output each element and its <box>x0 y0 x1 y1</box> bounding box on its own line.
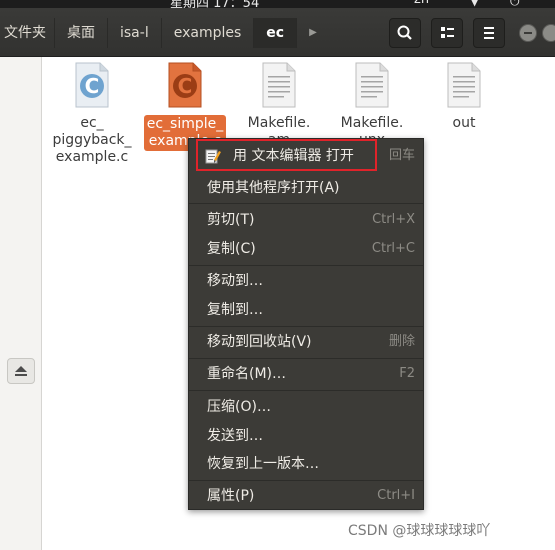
menu-item-label: 发送到… <box>207 428 263 444</box>
menu-item-move-to[interactable]: 移动到… <box>189 267 423 295</box>
menu-item-label: 移动到回收站(V) <box>207 334 312 350</box>
svg-text:C: C <box>85 74 100 98</box>
breadcrumb-forward-icon[interactable]: ▶ <box>297 18 321 48</box>
breadcrumb: 文件夹 桌面 isa-l examples ec ▶ <box>0 18 321 48</box>
menu-item-label: 复制到… <box>207 302 263 318</box>
menu-button[interactable] <box>473 18 505 48</box>
menu-item-open-with-other[interactable]: 使用其他程序打开(A) <box>189 174 423 202</box>
header-bar: 文件夹 桌面 isa-l examples ec ▶ <box>0 8 555 57</box>
breadcrumb-folder[interactable]: 文件夹 <box>0 18 55 48</box>
hamburger-icon <box>484 27 494 39</box>
menu-separator <box>189 390 423 391</box>
breadcrumb-desktop[interactable]: 桌面 <box>55 18 108 48</box>
system-top-bar: 星期四 17：54 zh ▼ ⏻ <box>0 0 555 8</box>
icon-view-icon <box>441 27 454 38</box>
text-file-icon <box>447 62 481 108</box>
menu-item-properties[interactable]: 属性(P) Ctrl+I <box>189 482 423 510</box>
menu-accelerator: Ctrl+I <box>377 488 415 503</box>
menu-item-label: 使用其他程序打开(A) <box>207 180 340 196</box>
breadcrumb-examples[interactable]: examples <box>162 18 255 48</box>
menu-separator <box>189 203 423 204</box>
menu-item-move-to-trash[interactable]: 移动到回收站(V) 删除 <box>189 328 423 356</box>
menu-item-copy-to[interactable]: 复制到… <box>189 296 423 324</box>
eject-button[interactable] <box>7 358 35 384</box>
menu-item-label: 恢复到上一版本… <box>207 456 319 472</box>
power-icon[interactable]: ⏻ <box>510 0 520 8</box>
menu-accelerator: 删除 <box>388 334 415 349</box>
menu-item-label: 剪切(T) <box>207 212 255 228</box>
highlight-annotation-box <box>196 139 377 171</box>
menu-item-label: 复制(C) <box>207 241 256 257</box>
text-file-icon <box>262 62 296 108</box>
menu-accelerator: Ctrl+C <box>371 241 415 256</box>
file-name: piggyback_ <box>52 132 132 148</box>
file-item[interactable]: Makefile. unx <box>332 62 412 149</box>
text-file-icon <box>355 62 389 108</box>
file-name: example.c <box>55 149 129 165</box>
menu-item-send-to[interactable]: 发送到… <box>189 422 423 450</box>
file-name-line: ec_simple_ <box>146 116 224 132</box>
eject-icon <box>15 366 27 376</box>
menu-accelerator: Ctrl+X <box>372 212 415 227</box>
watermark: CSDN @球球球球球吖 <box>348 523 491 539</box>
breadcrumb-isa-l[interactable]: isa-l <box>108 18 162 48</box>
menu-separator <box>189 265 423 266</box>
menu-separator <box>189 480 423 481</box>
maximize-button[interactable] <box>542 24 555 42</box>
menu-item-label: 重命名(M)… <box>207 366 287 382</box>
c-source-file-icon: C <box>168 62 202 108</box>
menu-item-rename[interactable]: 重命名(M)… F2 <box>189 360 423 388</box>
context-menu: 用 文本编辑器 打开 回车 使用其他程序打开(A) 剪切(T) Ctrl+X 复… <box>188 138 424 510</box>
sidebar <box>0 57 42 550</box>
search-icon <box>397 25 412 40</box>
menu-item-copy[interactable]: 复制(C) Ctrl+C <box>189 235 423 263</box>
menu-accelerator: F2 <box>399 366 415 381</box>
svg-text:C: C <box>178 74 193 98</box>
menu-separator <box>189 326 423 327</box>
file-name: Makefile. <box>340 115 404 131</box>
input-method-indicator[interactable]: zh <box>414 0 429 7</box>
file-name: out <box>452 115 476 131</box>
file-item[interactable]: C ec_ piggyback_ example.c <box>52 62 132 166</box>
menu-accelerator: 回车 <box>388 148 415 163</box>
menu-item-compress[interactable]: 压缩(O)… <box>189 393 423 421</box>
clock[interactable]: 星期四 17：54 <box>170 0 259 8</box>
view-toggle-button[interactable] <box>431 18 463 48</box>
menu-item-restore-version[interactable]: 恢复到上一版本… <box>189 450 423 478</box>
c-source-file-icon: C <box>75 62 109 108</box>
breadcrumb-ec[interactable]: ec <box>254 18 298 48</box>
menu-item-label: 属性(P) <box>207 488 255 504</box>
minimize-icon <box>524 32 532 34</box>
file-item[interactable]: out <box>424 62 504 132</box>
file-name: ec_ <box>80 115 104 131</box>
menu-separator <box>189 358 423 359</box>
menu-item-label: 压缩(O)… <box>207 399 271 415</box>
menu-item-cut[interactable]: 剪切(T) Ctrl+X <box>189 206 423 234</box>
network-icon[interactable]: ▼ <box>470 0 479 8</box>
search-button[interactable] <box>389 18 421 48</box>
file-name: Makefile. <box>247 115 311 131</box>
file-item[interactable]: Makefile. am <box>239 62 319 149</box>
minimize-button[interactable] <box>519 24 537 42</box>
menu-item-label: 移动到… <box>207 273 263 289</box>
